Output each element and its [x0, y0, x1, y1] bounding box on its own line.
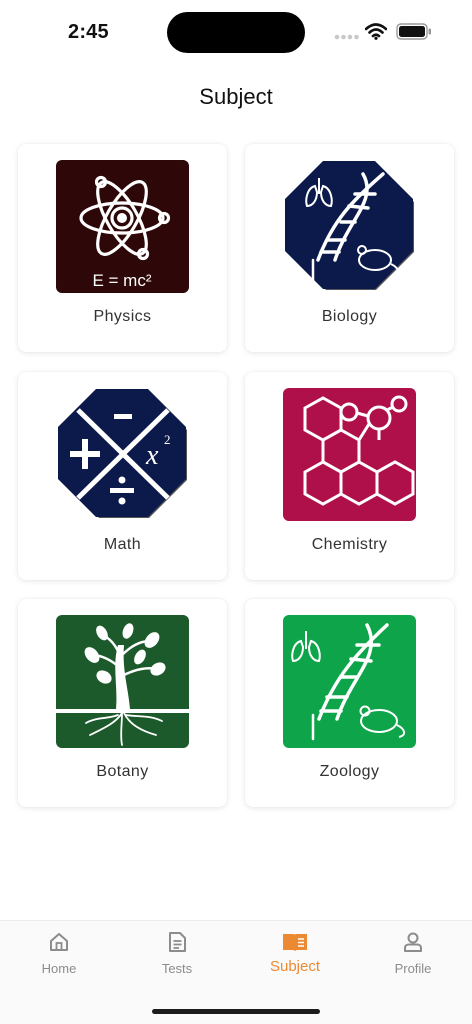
dna-icon: [285, 161, 414, 290]
battery-icon: [396, 23, 431, 40]
wifi-icon: [365, 23, 387, 40]
math-operators-icon: x 2: [58, 389, 187, 518]
subject-label-botany: Botany: [96, 763, 149, 780]
tab-home[interactable]: Home: [0, 931, 118, 991]
svg-text:x: x: [145, 440, 159, 471]
atom-icon: E = mc²: [56, 160, 189, 293]
subject-card-chemistry[interactable]: Chemistry: [245, 372, 454, 580]
cellular-signal-icon: [334, 34, 359, 40]
document-icon: [169, 932, 186, 952]
tab-profile[interactable]: Profile: [354, 931, 472, 991]
home-indicator: [152, 1009, 320, 1014]
status-bar: 2:45: [0, 0, 472, 62]
tab-tests-label: Tests: [161, 961, 193, 976]
subject-label-physics: Physics: [93, 308, 152, 325]
tab-subject-label: Subject: [269, 958, 321, 975]
molecule-icon: [283, 388, 416, 521]
page-title: Subject: [199, 84, 273, 109]
book-icon: [283, 934, 307, 951]
subject-card-zoology[interactable]: Zoology: [245, 599, 454, 807]
subject-card-physics[interactable]: E = mc² Physics: [18, 144, 227, 352]
dna-icon: [283, 615, 416, 748]
tab-subject[interactable]: Subject: [236, 931, 354, 991]
person-icon: [404, 932, 422, 952]
tab-home-label: Home: [41, 961, 77, 976]
subject-label-chemistry: Chemistry: [311, 536, 388, 553]
subject-label-zoology: Zoology: [319, 763, 380, 780]
tab-profile-label: Profile: [394, 961, 432, 976]
dynamic-island: [167, 12, 305, 53]
status-time: 2:45: [68, 21, 109, 43]
subject-card-botany[interactable]: Botany: [18, 599, 227, 807]
plant-icon: [56, 615, 189, 748]
home-icon: [50, 933, 68, 951]
physics-formula: E = mc²: [92, 271, 151, 290]
subject-label-math: Math: [103, 536, 142, 553]
subject-card-math[interactable]: x 2 Math: [18, 372, 227, 580]
subject-card-biology[interactable]: Biology: [245, 144, 454, 352]
subject-label-biology: Biology: [321, 308, 378, 325]
svg-text:2: 2: [164, 432, 171, 447]
tab-tests[interactable]: Tests: [118, 931, 236, 991]
